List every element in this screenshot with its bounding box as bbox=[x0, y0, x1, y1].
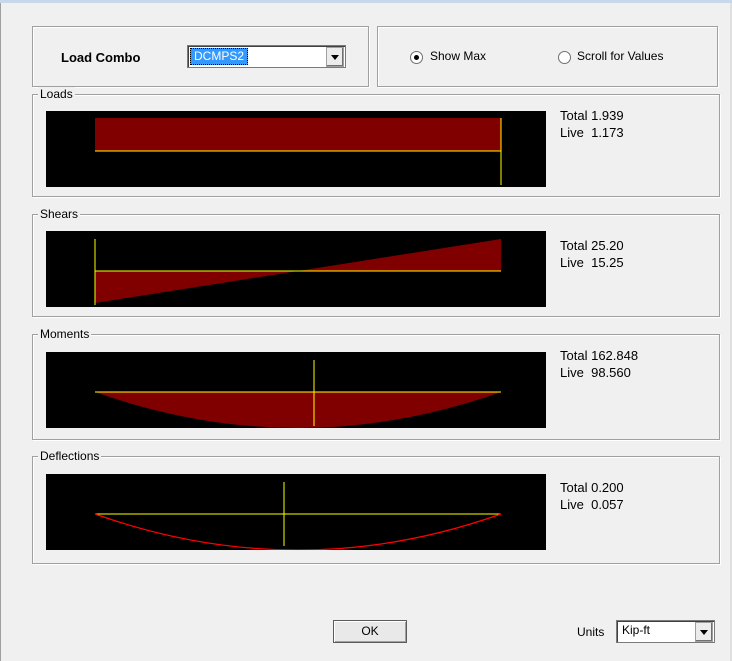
show-max-label[interactable]: Show Max bbox=[430, 49, 486, 63]
radio-selected-dot bbox=[414, 55, 419, 60]
ok-button[interactable]: OK bbox=[333, 620, 407, 643]
deflections-live-value: 0.057 bbox=[591, 497, 624, 512]
units-select[interactable]: Kip-ft bbox=[616, 620, 715, 643]
loads-plot bbox=[46, 111, 546, 187]
moments-values: Total 162.848 Live 98.560 bbox=[560, 347, 638, 381]
load-combo-dropdown-button[interactable] bbox=[326, 47, 344, 67]
deflections-total-label: Total bbox=[560, 480, 588, 495]
loads-diagram bbox=[95, 118, 502, 185]
chevron-down-icon bbox=[700, 630, 708, 635]
window-top-border bbox=[0, 0, 732, 3]
deflections-group: Deflections Total 0.200 Live 0.057 bbox=[32, 449, 720, 564]
deflections-diagram bbox=[94, 482, 502, 550]
shears-diagram bbox=[94, 239, 501, 305]
shears-fill-negative bbox=[95, 271, 298, 303]
moments-live-value: 98.560 bbox=[591, 365, 631, 380]
deflections-title: Deflections bbox=[38, 449, 102, 463]
deflections-curve bbox=[94, 513, 502, 550]
scroll-values-radio[interactable] bbox=[558, 51, 571, 64]
units-value: Kip-ft bbox=[622, 623, 651, 637]
show-max-radio[interactable] bbox=[410, 51, 423, 64]
moments-title: Moments bbox=[38, 327, 92, 341]
loads-group: Loads Total 1.939 Live 1.173 bbox=[32, 87, 720, 197]
display-option-group: Show Max Scroll for Values bbox=[377, 26, 718, 87]
moments-plot bbox=[46, 352, 546, 428]
shears-total-value: 25.20 bbox=[591, 238, 624, 253]
loads-values: Total 1.939 Live 1.173 bbox=[560, 107, 624, 141]
shears-live-label: Live bbox=[560, 255, 584, 270]
shears-live-value: 15.25 bbox=[591, 255, 624, 270]
shears-title: Shears bbox=[38, 207, 81, 221]
shears-plot bbox=[46, 231, 546, 307]
units-dropdown-button[interactable] bbox=[695, 622, 713, 642]
load-combo-label: Load Combo bbox=[61, 50, 141, 65]
ok-button-label: OK bbox=[361, 624, 379, 638]
moments-group: Moments Total 162.848 Live 98.560 bbox=[32, 327, 720, 440]
shears-group: Shears Total 25.20 Live 15.25 bbox=[32, 207, 720, 317]
loads-title: Loads bbox=[38, 87, 75, 101]
load-combo-value: DCMPS2 bbox=[190, 48, 249, 65]
deflections-values: Total 0.200 Live 0.057 bbox=[560, 479, 624, 513]
loads-total-value: 1.939 bbox=[591, 108, 624, 123]
loads-live-value: 1.173 bbox=[591, 125, 624, 140]
shears-values: Total 25.20 Live 15.25 bbox=[560, 237, 624, 271]
moments-diagram bbox=[95, 360, 501, 428]
deflections-plot bbox=[46, 474, 546, 550]
loads-total-label: Total bbox=[560, 108, 588, 123]
loads-live-label: Live bbox=[560, 125, 584, 140]
moments-live-label: Live bbox=[560, 365, 584, 380]
moments-total-value: 162.848 bbox=[591, 348, 639, 363]
deflections-total-value: 0.200 bbox=[591, 480, 624, 495]
loads-fill bbox=[95, 118, 501, 151]
moments-fill bbox=[95, 392, 501, 428]
load-combo-group: Load Combo DCMPS2 bbox=[32, 26, 369, 87]
window-left-border bbox=[0, 3, 1, 661]
moments-total-label: Total bbox=[560, 348, 588, 363]
units-label: Units bbox=[577, 625, 605, 639]
scroll-values-label[interactable]: Scroll for Values bbox=[577, 49, 663, 63]
load-combo-select[interactable]: DCMPS2 bbox=[187, 45, 346, 68]
deflections-live-label: Live bbox=[560, 497, 584, 512]
shears-fill-positive bbox=[298, 239, 501, 271]
shears-total-label: Total bbox=[560, 238, 588, 253]
chevron-down-icon bbox=[331, 55, 339, 60]
